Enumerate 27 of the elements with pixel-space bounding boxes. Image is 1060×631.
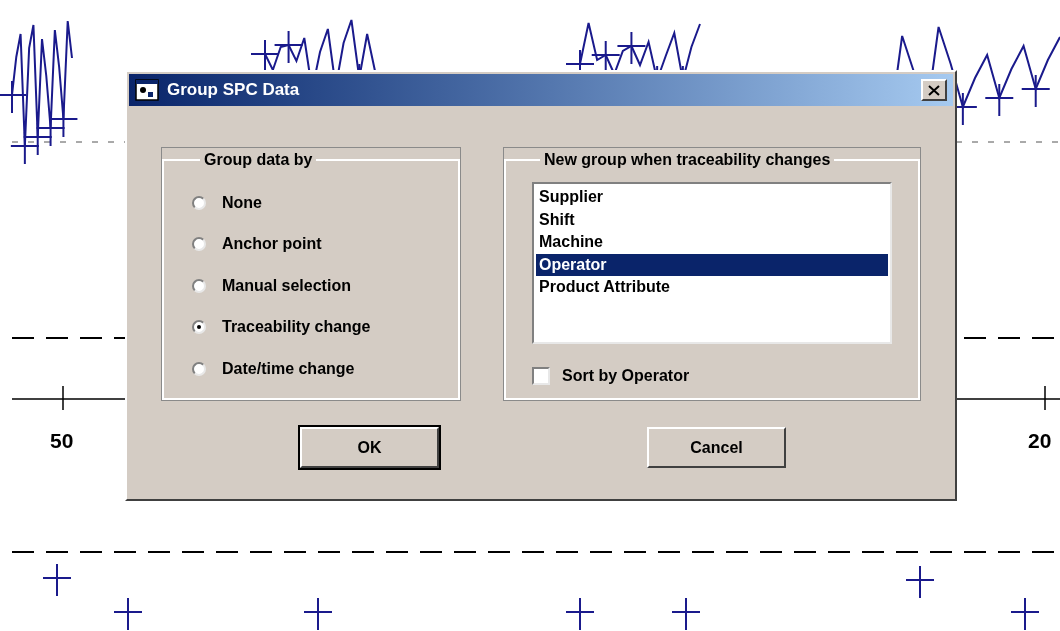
dialog-button[interactable]: OK [300,427,439,468]
radio-button[interactable] [192,195,206,210]
radio-button[interactable] [192,278,206,293]
checkbox[interactable] [532,367,550,385]
radio-button[interactable] [192,361,206,376]
list-item[interactable]: Operator [536,253,888,276]
checkbox-label: Sort by Operator [562,366,690,386]
axis-tick-label: 20 [1028,428,1052,454]
radio-label: Date/time change [222,358,355,379]
list-item[interactable]: Machine [536,231,888,254]
list-item[interactable]: Supplier [536,186,888,209]
radio-button[interactable] [192,237,206,252]
radio-label: Manual selection [222,275,351,296]
radio-button[interactable] [192,320,206,335]
window-title: Group SPC Data [167,79,300,102]
axis-tick-label: 50 [50,428,74,454]
close-icon [928,84,940,96]
radio-label: None [222,192,262,213]
dialog-button[interactable]: Cancel [647,427,786,468]
close-button[interactable] [921,79,947,101]
radio-label: Traceability change [222,317,371,338]
window-icon [135,79,159,101]
list-item[interactable]: Product Attribute [536,276,888,299]
group-box-title: Group data by [203,150,314,170]
group-box-title: New group when traceability changes [543,150,832,170]
radio-label: Anchor point [222,234,322,255]
list-item[interactable]: Shift [536,208,888,231]
